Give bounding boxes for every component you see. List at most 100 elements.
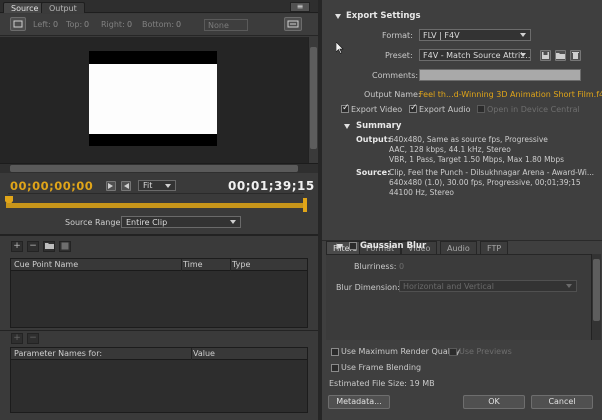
blurriness-value[interactable]: 0 <box>399 262 404 271</box>
chevron-down-icon <box>165 184 171 188</box>
export-settings-title: Export Settings <box>346 11 421 21</box>
comments-label: Comments: <box>372 71 419 80</box>
crop-tool-button[interactable] <box>10 17 26 31</box>
timeline-bar[interactable] <box>6 203 304 208</box>
open-device-central-label[interactable]: Open in Device Central <box>487 105 580 114</box>
chevron-down-icon <box>520 33 526 37</box>
max-render-quality-checkbox[interactable] <box>331 348 339 356</box>
crop-toolbar: Left: 0 Top: 0 Right: 0 Bottom: 0 None <box>0 14 318 36</box>
crop-left-value[interactable]: 0 <box>53 20 58 29</box>
export-video-label[interactable]: Export Video <box>351 105 402 114</box>
ok-button[interactable]: OK <box>463 395 525 409</box>
scale-icon <box>287 20 299 28</box>
crop-top-value[interactable]: 0 <box>84 20 89 29</box>
column-parameter-names[interactable]: Parameter Names for: <box>14 349 102 358</box>
delete-preset-icon[interactable] <box>570 50 581 61</box>
gaussian-blur-title: Gaussian Blur <box>360 241 427 251</box>
video-content <box>89 64 217 134</box>
summary-source-line: 44100 Hz, Stereo <box>389 188 455 197</box>
filters-scroll-thumb[interactable] <box>593 259 600 321</box>
tab-ftp[interactable]: FTP <box>480 241 509 254</box>
tab-audio[interactable]: Audio <box>440 241 477 254</box>
open-device-central-checkbox[interactable] <box>477 105 485 113</box>
crop-bottom-value[interactable]: 0 <box>176 20 181 29</box>
save-icon <box>61 242 69 250</box>
tab-source[interactable]: Source <box>3 2 47 13</box>
source-tabbar: Source Output ≡ <box>0 0 318 13</box>
column-time[interactable]: Time <box>183 260 203 269</box>
summary-output-line: 640x480, Same as source fps, Progressive <box>389 135 548 144</box>
format-label: Format: <box>382 31 413 40</box>
mouse-cursor-icon <box>336 42 344 54</box>
timeline-ruler <box>8 193 304 194</box>
crop-right-label: Right: <box>101 20 125 29</box>
crop-right-value[interactable]: 0 <box>127 20 132 29</box>
export-audio-checkbox[interactable] <box>409 103 418 113</box>
crop-top-label: Top: <box>66 20 83 29</box>
duration-timecode: 00;01;39;15 <box>228 179 315 193</box>
import-cue-points-button[interactable] <box>43 241 55 252</box>
remove-parameter-button[interactable]: − <box>27 333 39 344</box>
collapse-triangle-icon[interactable] <box>344 124 350 129</box>
add-cue-point-button[interactable]: + <box>11 241 23 252</box>
zoom-select[interactable]: Fit <box>138 180 176 191</box>
blur-dimension-select[interactable]: Horizontal and Vertical <box>399 280 577 292</box>
summary-output-line: VBR, 1 Pass, Target 1.50 Mbps, Max 1.80 … <box>389 155 564 164</box>
filters-scrollbar[interactable] <box>591 254 601 340</box>
column-value[interactable]: Value <box>193 349 215 358</box>
vertical-scroll-thumb[interactable] <box>310 47 317 149</box>
export-video-checkbox[interactable] <box>341 103 350 113</box>
preset-value: F4V - Match Source Attrib... <box>423 51 531 60</box>
output-name-link[interactable]: Feel th...d-Winning 3D Animation Short F… <box>419 90 602 99</box>
metadata-button[interactable]: Metadata... <box>328 395 390 409</box>
frame-blending-label[interactable]: Use Frame Blending <box>341 363 421 372</box>
frame-blending-checkbox[interactable] <box>331 364 339 372</box>
expand-triangle-icon[interactable] <box>337 244 343 249</box>
set-in-point-icon[interactable] <box>106 181 116 191</box>
estimated-file-size: Estimated File Size: 19 MB <box>329 379 435 388</box>
max-render-quality-label[interactable]: Use Maximum Render Quality <box>341 347 460 356</box>
panel-menu-icon[interactable]: ≡ <box>290 2 310 12</box>
format-select[interactable]: FLV | F4V <box>419 29 531 41</box>
monitor-horizontal-scrollbar[interactable] <box>0 163 318 173</box>
monitor-vertical-scrollbar[interactable] <box>308 37 318 163</box>
parameter-table-header: Parameter Names for: Value <box>11 348 307 360</box>
column-cue-point-name[interactable]: Cue Point Name <box>14 260 78 269</box>
use-previews-label[interactable]: Use Previews <box>459 347 512 356</box>
source-panel: Source Output ≡ Left: 0 Top: 0 Right: 0 … <box>0 0 318 420</box>
comments-input[interactable] <box>419 69 581 81</box>
save-preset-icon[interactable] <box>540 50 551 61</box>
import-preset-icon[interactable] <box>555 50 566 61</box>
gaussian-blur-checkbox[interactable] <box>349 242 357 250</box>
source-range-label: Source Range: <box>65 218 124 227</box>
column-type[interactable]: Type <box>232 260 250 269</box>
tab-output[interactable]: Output <box>41 2 85 13</box>
chevron-down-icon <box>230 220 236 224</box>
blur-dimension-label: Blur Dimension: <box>336 283 400 292</box>
output-scaling-button[interactable] <box>284 17 302 31</box>
source-range-value: Entire Clip <box>126 218 168 227</box>
folder-icon <box>44 243 54 249</box>
cue-point-table: Cue Point Name Time Type <box>10 258 308 328</box>
use-previews-checkbox[interactable] <box>449 348 457 356</box>
horizontal-scroll-thumb[interactable] <box>10 165 298 172</box>
collapse-triangle-icon[interactable] <box>335 14 341 19</box>
remove-cue-point-button[interactable]: − <box>27 241 39 252</box>
blur-dimension-value: Horizontal and Vertical <box>403 282 494 291</box>
save-cue-points-button[interactable] <box>59 241 71 252</box>
out-point-marker[interactable] <box>303 198 307 212</box>
crop-ratio-select[interactable]: None <box>204 19 248 31</box>
current-timecode[interactable]: 00;00;00;00 <box>10 179 93 193</box>
video-frame <box>89 51 217 146</box>
source-range-select[interactable]: Entire Clip <box>121 216 241 228</box>
zoom-value: Fit <box>143 181 153 190</box>
summary-source-label: Source: <box>356 168 391 177</box>
cue-point-table-header: Cue Point Name Time Type <box>11 259 307 271</box>
cancel-button[interactable]: Cancel <box>531 395 593 409</box>
export-audio-label[interactable]: Export Audio <box>419 105 470 114</box>
set-out-point-icon[interactable] <box>121 181 131 191</box>
summary-output-text: 640x480, Same as source fps, Progressive… <box>389 135 564 165</box>
preset-select[interactable]: F4V - Match Source Attrib... <box>419 49 531 61</box>
chevron-down-icon <box>566 284 572 288</box>
add-parameter-button[interactable]: + <box>11 333 23 344</box>
